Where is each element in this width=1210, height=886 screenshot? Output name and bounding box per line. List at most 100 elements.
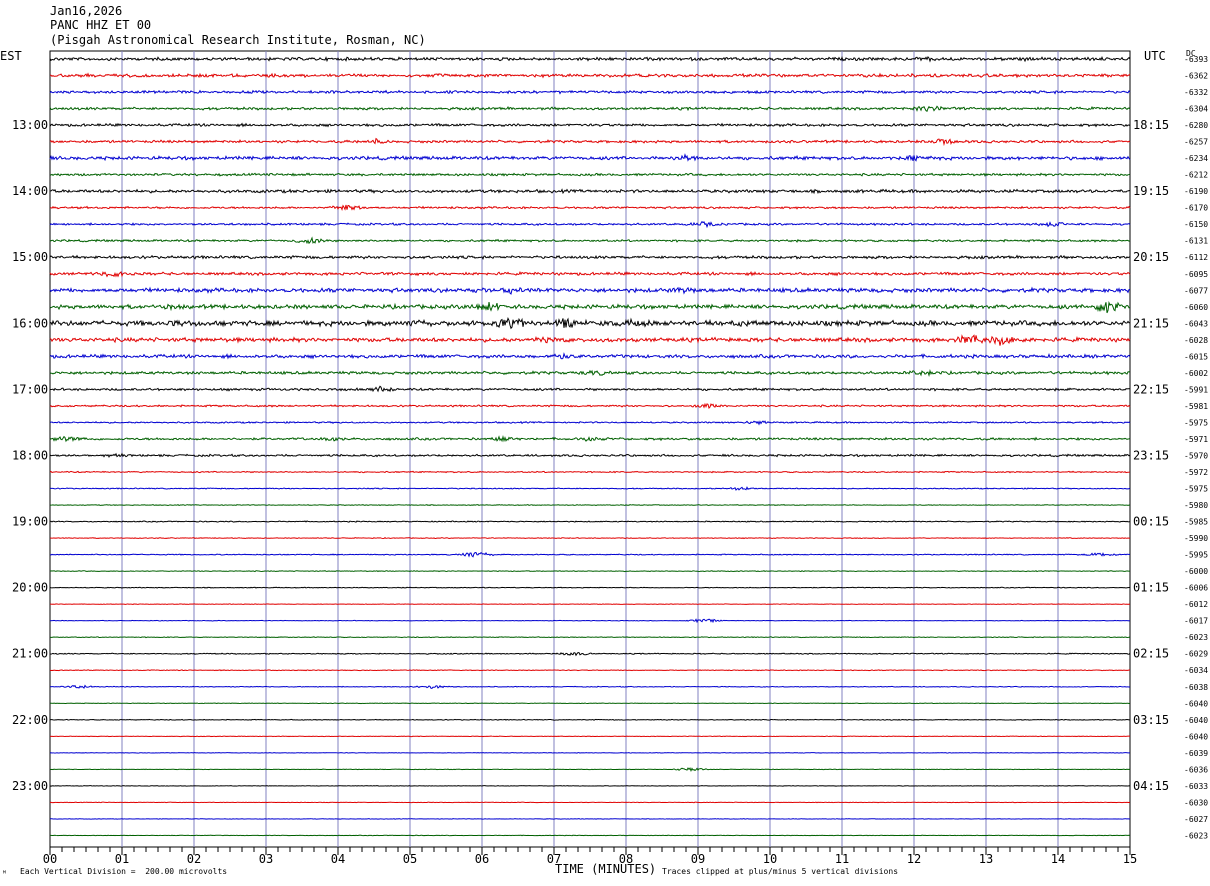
corner-mark: ᴹ [2,869,7,878]
dc-offset-label: -6023 [1184,633,1208,642]
x-tick-label: 12 [907,852,921,866]
seismic-trace [49,352,1131,360]
x-tick-label: 09 [691,852,705,866]
seismic-trace [49,785,1131,787]
seismic-trace [49,636,1131,639]
left-hour-label: 14:00 [12,184,48,198]
seismic-trace [50,618,1131,624]
left-hour-label: 18:00 [12,448,48,462]
clip-note: Traces clipped at plus/minus 5 vertical … [662,867,899,876]
dc-offset-label: -6280 [1184,121,1208,130]
left-hour-label: 17:00 [12,382,48,396]
seismic-trace [49,537,1131,540]
dc-offset-label: -6028 [1184,336,1208,345]
scale-note: Each Vertical Division = 200.00 microvol… [20,867,228,876]
x-axis-title: TIME (MINUTES) [555,862,657,876]
dc-offset-label: -5980 [1184,501,1208,510]
dc-offset-label: -6170 [1184,204,1208,213]
right-hour-label: 18:15 [1133,118,1169,132]
helicorder-plot: -6393 -6362 -6332 -6304 -6280 -6257 -6234 -6212… [12,50,1208,866]
seismic-trace [49,801,1131,804]
x-tick-label: 01 [115,852,129,866]
dc-offset-label: -6190 [1184,187,1208,196]
dc-offset-label: -6060 [1184,303,1208,312]
dc-offset-label: -6332 [1184,88,1208,97]
seismic-trace [49,220,1131,229]
dc-offset-label: -6027 [1184,815,1208,824]
dc-offset-label: -5991 [1184,385,1208,394]
seismic-trace [49,188,1131,195]
left-hour-label: 20:00 [12,581,48,595]
seismic-trace [49,702,1131,705]
seismic-trace [49,153,1131,162]
left-hour-label: 15:00 [12,250,48,264]
right-hour-label: 20:15 [1133,250,1169,264]
dc-offset-label: -6002 [1184,369,1208,378]
seismic-trace [49,504,1131,507]
x-tick-label: 11 [835,852,849,866]
x-tick-label: 14 [1051,852,1065,866]
seismic-trace [49,402,1131,409]
seismic-trace [49,718,1130,721]
dc-offset-label: -5981 [1184,402,1208,411]
x-tick-label: 04 [331,852,345,866]
dc-offset-label: -6040 [1184,732,1208,741]
dc-offset-label: -6077 [1184,286,1208,295]
seismic-trace [49,122,1131,128]
seismic-trace [49,652,1131,657]
x-tick-label: 02 [187,852,201,866]
dc-offset-label: -6040 [1184,699,1208,708]
dc-offset-label: -5990 [1184,534,1208,543]
seismic-trace [49,271,1131,278]
dc-offset-label: -6234 [1184,154,1208,163]
x-tick-label: 13 [979,852,993,866]
right-hour-label: 22:15 [1133,382,1169,396]
dc-offset-label: -6150 [1184,220,1208,229]
dc-offset-label: -6038 [1184,683,1208,692]
left-hour-label: 22:00 [12,713,48,727]
dc-offset-label: -6362 [1184,72,1208,81]
seismic-trace [49,470,1131,474]
left-hour-label: 19:00 [12,515,48,529]
left-hour-label: 13:00 [12,118,48,132]
seismic-trace [49,420,1131,426]
seismic-trace [49,204,1131,211]
seismic-trace [49,684,1131,689]
seismic-trace [50,603,1131,605]
dc-offset-label: -6036 [1184,765,1208,774]
dc-offset-label: -6029 [1184,650,1208,659]
dc-offset-label: -6006 [1184,584,1208,593]
seismic-trace [49,254,1131,261]
seismic-trace [49,286,1131,295]
dc-offset-label: -6023 [1184,831,1208,840]
right-hour-label: 01:15 [1133,581,1169,595]
seismic-trace [50,834,1131,837]
seismic-trace [49,434,1131,443]
dc-offset-label: -5995 [1184,551,1208,560]
plot-frame [49,50,1131,848]
right-hour-label: 23:15 [1133,448,1169,462]
seismic-trace [49,300,1131,314]
seismic-trace [49,368,1131,378]
dc-offset-label: -5975 [1184,418,1208,427]
dc-offset-label: -6033 [1184,782,1208,791]
dc-offset-label: -6112 [1184,253,1208,262]
dc-offset-label: -6015 [1184,352,1208,361]
seismic-trace [49,89,1131,95]
left-hour-label: 16:00 [12,316,48,330]
seismic-trace [49,767,1131,773]
seismic-trace [49,105,1131,113]
dc-offset-label: -6030 [1184,798,1208,807]
dc-offset-label: -5972 [1184,468,1208,477]
seismic-trace [49,752,1131,754]
seismic-trace [49,486,1131,491]
dc-offset-label: -6212 [1184,171,1208,180]
dc-offset-label: -6131 [1184,237,1208,246]
dc-offset-label: -6304 [1184,105,1208,114]
dc-offset-label: -5971 [1184,435,1208,444]
seismic-trace [49,137,1131,147]
dc-offset-label: -6257 [1184,138,1208,147]
left-hour-label: 23:00 [12,779,48,793]
seismic-trace [49,520,1131,523]
seismic-trace [49,334,1131,346]
